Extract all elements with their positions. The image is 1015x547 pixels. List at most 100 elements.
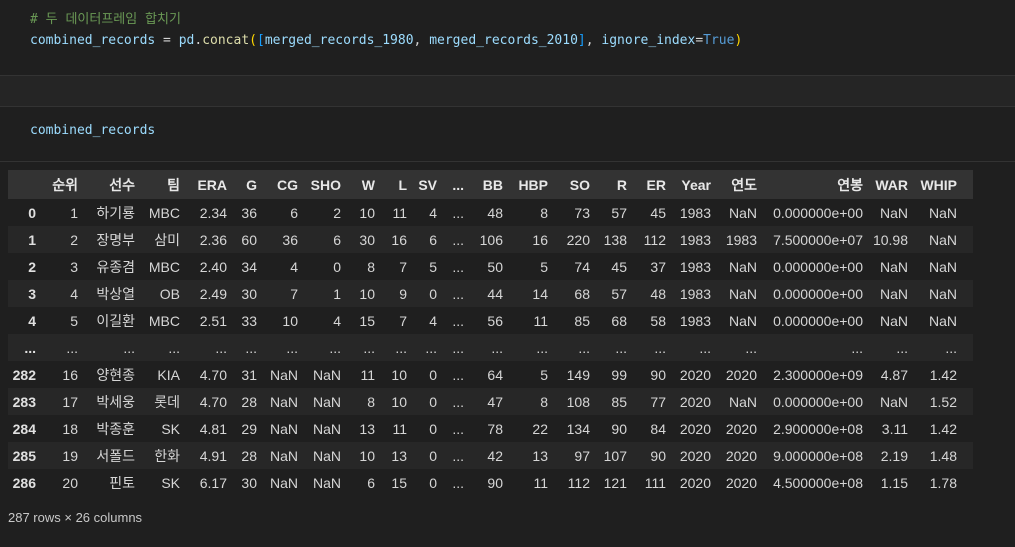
table-cell: 77 <box>650 393 666 410</box>
table-cell: MBC <box>148 312 180 329</box>
table-cell: 45 <box>650 204 666 221</box>
table-cell: ... <box>452 447 464 464</box>
table-cell: ... <box>945 339 957 356</box>
table-cell: 220 <box>566 231 590 248</box>
table-cell: 2.900000e+08 <box>773 420 863 437</box>
table-cell: NaN <box>269 393 298 410</box>
table-cell: NaN <box>312 474 341 491</box>
table-cell: 50 <box>487 258 503 275</box>
code-line: combined_records = pd.concat([merged_rec… <box>30 30 1015 51</box>
table-cell: 2020 <box>725 447 757 464</box>
table-cell: 2020 <box>679 366 711 383</box>
table-cell: 34 <box>241 258 257 275</box>
table-cell: 7.500000e+07 <box>773 231 863 248</box>
code-token-bracket: ] <box>577 33 586 48</box>
code-token-variable: ignore_index <box>601 33 696 48</box>
row-index: 2 <box>28 258 36 275</box>
table-cell: 10 <box>282 312 298 329</box>
table-cell: 0.000000e+00 <box>773 393 863 410</box>
table-row: 2 3 유종겸 MBC 2.40 34 4 0 8 7 5... 50 5 74 45 37 1983 NaN 0.… <box>8 253 973 280</box>
table-cell: 85 <box>574 312 590 329</box>
table-cell: ... <box>654 339 666 356</box>
code-cell-concat[interactable]: # 두 데이터프레임 합치기 combined_records = pd.conc… <box>0 0 1015 75</box>
code-token-plain: = <box>155 33 179 48</box>
table-cell: 1.78 <box>929 474 957 491</box>
table-cell: 5 <box>429 258 437 275</box>
table-cell: 박세웅 <box>96 393 135 410</box>
column-header: HBP <box>503 170 548 199</box>
row-index: 284 <box>12 420 36 437</box>
table-cell: 1.15 <box>880 474 908 491</box>
table-cell: 48 <box>650 285 666 302</box>
table-cell: 4 <box>429 204 437 221</box>
table-cell: ... <box>452 231 464 248</box>
table-cell: 6 <box>333 231 341 248</box>
table-cell: 3 <box>70 258 78 275</box>
column-header: 연도 <box>711 170 757 199</box>
table-row: 4 5 이길환 MBC 2.51 33 10 4 15 7 4... 56 11 85 68 58 1983 Na… <box>8 307 973 334</box>
table-cell: 10 <box>391 393 407 410</box>
table-cell: ... <box>395 339 407 356</box>
code-token-paren: ( <box>249 33 257 48</box>
table-cell: 9.000000e+08 <box>773 447 863 464</box>
table-cell: 0 <box>429 474 437 491</box>
table-cell: 16 <box>62 366 78 383</box>
table-cell: 0 <box>429 366 437 383</box>
table-cell: 5 <box>540 258 548 275</box>
table-cell: 2020 <box>725 420 757 437</box>
table-cell: ... <box>286 339 298 356</box>
table-cell: 16 <box>391 231 407 248</box>
table-cell: 1983 <box>679 312 711 329</box>
table-cell: 10.98 <box>872 231 908 248</box>
column-header: 선수 <box>78 170 135 199</box>
table-cell: 20 <box>62 474 78 491</box>
table-cell: NaN <box>879 258 908 275</box>
table-cell: NaN <box>879 204 908 221</box>
table-cell: 10 <box>359 447 375 464</box>
table-cell: 하기룡 <box>96 204 135 221</box>
table-cell: ... <box>491 339 503 356</box>
table-cell: ... <box>452 393 464 410</box>
table-cell: NaN <box>879 312 908 329</box>
table-cell: 5 <box>540 366 548 383</box>
code-cell-display[interactable]: combined_records <box>0 107 1015 162</box>
row-index: ... <box>24 339 36 356</box>
table-cell: 56 <box>487 312 503 329</box>
table-cell: 68 <box>574 285 590 302</box>
table-cell: 2020 <box>679 447 711 464</box>
column-header: CG <box>257 170 298 199</box>
code-token-variable: merged_records_2010 <box>429 33 578 48</box>
table-cell: 29 <box>241 420 257 437</box>
table-row: 286 20 핀토 SK 6.17 30 NaN NaN 6 15 0... 90 11 112 121 11… <box>8 469 973 496</box>
table-cell: NaN <box>269 474 298 491</box>
table-cell: 107 <box>603 447 627 464</box>
column-header: R <box>590 170 627 199</box>
table-row: 1 2 장명부 삼미 2.36 60 36 6 30 16 6... 106 16 220 138 112 19… <box>8 226 973 253</box>
table-cell: 2.34 <box>199 204 227 221</box>
column-header: SV <box>407 170 437 199</box>
table-cell: ... <box>452 339 464 356</box>
table-cell: 8 <box>367 258 375 275</box>
table-cell: 90 <box>611 420 627 437</box>
table-cell: ... <box>452 366 464 383</box>
table-cell: NaN <box>928 204 957 221</box>
table-cell: 22 <box>532 420 548 437</box>
table-cell: MBC <box>148 258 180 275</box>
table-cell: ... <box>536 339 548 356</box>
table-cell: 74 <box>574 258 590 275</box>
table-cell: 이길환 <box>96 312 135 329</box>
table-cell: 유종겸 <box>96 258 135 275</box>
table-row: 0 1 하기룡 MBC 2.34 36 6 2 10 11 4... 48 8 73 57 45 1983 NaN… <box>8 199 973 226</box>
table-cell: 44 <box>487 285 503 302</box>
code-line: # 두 데이터프레임 합치기 <box>30 9 1015 30</box>
table-cell: 58 <box>650 312 666 329</box>
row-index: 0 <box>28 204 36 221</box>
column-header: ER <box>627 170 666 199</box>
column-header: BB <box>464 170 503 199</box>
code-token-keyword: True <box>703 33 735 48</box>
table-cell: 0 <box>429 285 437 302</box>
table-cell: 11 <box>533 312 548 329</box>
table-row: 283 17 박세웅 롯데 4.70 28 NaN NaN 8 10 0... 47 8 108 85 77 2… <box>8 388 973 415</box>
table-cell: NaN <box>312 366 341 383</box>
code-token-plain: , <box>413 33 430 48</box>
